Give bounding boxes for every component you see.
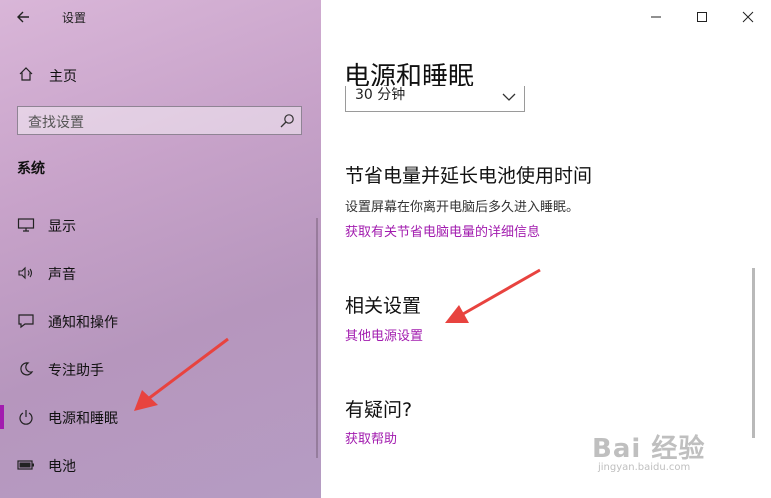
sidebar-item-battery[interactable]: 电池: [0, 447, 321, 483]
search-icon[interactable]: [279, 113, 295, 129]
app-title: 设置: [62, 11, 87, 25]
battery-info-link[interactable]: 获取有关节省电脑电量的详细信息: [345, 221, 540, 240]
speaker-icon: [18, 266, 33, 280]
sleep-timeout-dropdown[interactable]: 30 分钟: [345, 86, 525, 112]
watermark-url: jingyan.baidu.com: [598, 462, 691, 473]
sidebar-item-sound[interactable]: 声音: [0, 255, 321, 291]
chevron-down-icon: [502, 93, 516, 101]
related-settings-heading: 相关设置: [345, 295, 422, 317]
moon-icon: [20, 362, 34, 376]
sidebar-item-home[interactable]: 主页: [0, 60, 321, 90]
maximize-icon: [697, 12, 707, 22]
back-arrow-icon: [17, 11, 29, 23]
minimize-button[interactable]: [633, 5, 679, 29]
additional-power-settings-link[interactable]: 其他电源设置: [345, 325, 423, 344]
search-input[interactable]: 查找设置: [17, 106, 302, 135]
get-help-link[interactable]: 获取帮助: [345, 428, 397, 447]
sidebar-scrollbar[interactable]: [316, 218, 318, 458]
power-icon: [19, 410, 33, 425]
dropdown-value: 30 分钟: [355, 87, 406, 103]
sidebar-item-label: 电源和睡眠: [48, 411, 118, 427]
watermark: Bai 经验 jingyan.baidu.com: [592, 428, 706, 473]
titlebar-left: 设置: [0, 0, 321, 34]
sidebar-item-label: 主页: [49, 69, 77, 85]
message-icon: [18, 314, 34, 329]
close-icon: [742, 11, 754, 23]
battery-saving-description: 设置屏幕在你离开电脑后多久进入睡眠。: [345, 200, 580, 215]
maximize-button[interactable]: [679, 5, 725, 29]
sidebar-item-label: 电池: [48, 459, 76, 475]
annotation-arrow-sidebar: [134, 337, 229, 411]
monitor-icon: [17, 218, 35, 232]
sidebar-item-notifications[interactable]: 通知和操作: [0, 303, 321, 339]
home-icon: [19, 67, 33, 81]
section-title: 系统: [17, 161, 45, 177]
main-content: 电源和睡眠 30 分钟 节省电量并延长电池使用时间 设置屏幕在你离开电脑后多久进…: [321, 0, 771, 498]
sidebar-item-label: 通知和操作: [48, 315, 118, 331]
sidebar-item-label: 专注助手: [48, 363, 104, 379]
sidebar: 设置 主页 查找设置 系统 显示 声音 通知和操作 专注助手 电源和睡眠 电池: [0, 0, 321, 498]
sidebar-item-display[interactable]: 显示: [0, 207, 321, 243]
sidebar-item-label: 声音: [48, 267, 76, 283]
annotation-arrow-main: [445, 268, 541, 323]
main-scrollbar[interactable]: [752, 268, 755, 438]
watermark-brand: Bai 经验: [592, 434, 706, 464]
close-button[interactable]: [725, 5, 771, 29]
minimize-icon: [651, 16, 661, 18]
sidebar-item-label: 显示: [48, 219, 76, 235]
battery-saving-heading: 节省电量并延长电池使用时间: [345, 165, 593, 187]
back-button[interactable]: [10, 6, 36, 28]
battery-icon: [17, 460, 34, 470]
search-placeholder: 查找设置: [28, 115, 84, 131]
help-heading: 有疑问?: [345, 399, 413, 421]
